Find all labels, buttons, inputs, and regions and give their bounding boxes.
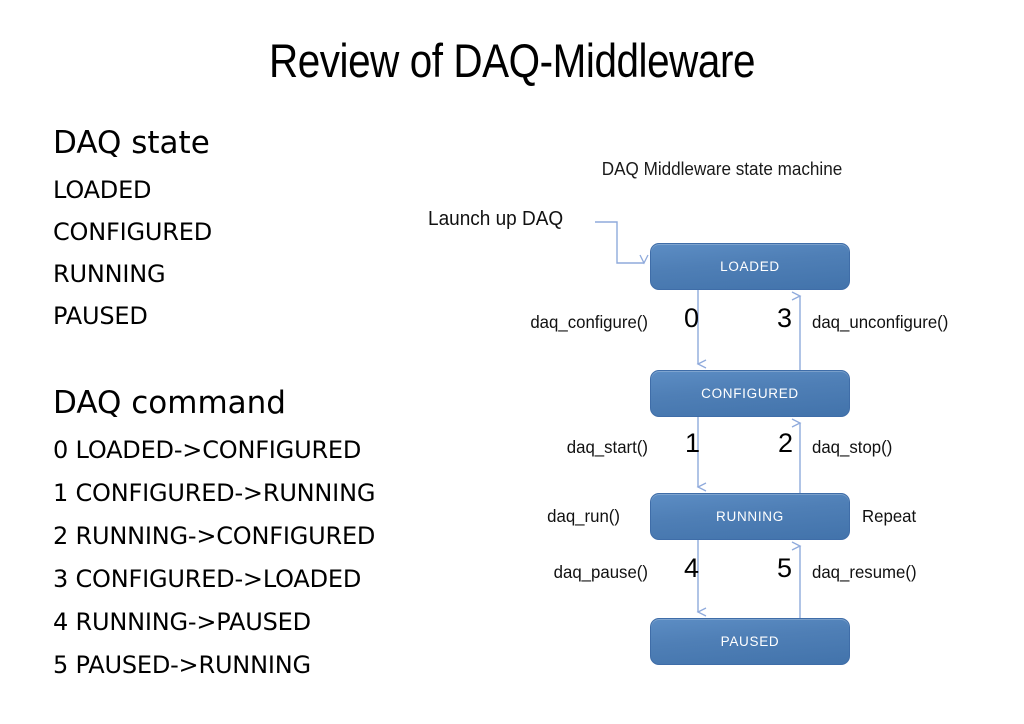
state-node-label: PAUSED [720,634,780,649]
page-title: Review of DAQ-Middleware [268,34,756,87]
list-item: CONFIGURED [53,218,212,246]
transition-number-3: 3 [777,303,793,333]
state-machine-diagram: DAQ Middleware state machine Launch up D… [420,150,1024,690]
state-node-loaded[interactable]: LOADED [650,243,850,290]
transition-number-4: 4 [684,553,700,583]
daq-state-heading: DAQ state [53,125,210,161]
transition-label-daq-unconfigure: daq_unconfigure() [812,312,949,332]
launch-connector-arrow [595,221,649,265]
transition-number-5: 5 [777,553,793,583]
list-item: RUNNING [53,260,166,288]
transition-number-0: 0 [684,303,700,333]
transition-number-1: 1 [685,428,701,458]
transition-label-daq-resume: daq_resume() [812,562,917,582]
list-item: PAUSED [53,302,148,330]
state-node-running[interactable]: RUNNING [650,493,850,540]
daq-state-list: LOADED CONFIGURED RUNNING PAUSED [53,169,473,337]
state-node-configured[interactable]: CONFIGURED [650,370,850,417]
diagram-connectors [595,221,802,618]
transition-label-daq-pause: daq_pause() [553,562,648,582]
state-node-paused[interactable]: PAUSED [650,618,850,665]
transition-number-2: 2 [778,428,794,458]
state-node-label: LOADED [720,259,780,274]
daq-state-section: DAQ state LOADED CONFIGURED RUNNING PAUS… [53,128,473,337]
repeat-label: Repeat [862,506,917,526]
state-node-label: CONFIGURED [701,386,799,401]
daq-run-label: daq_run() [547,506,620,526]
transition-label-daq-configure: daq_configure() [530,312,648,332]
transition-label-daq-stop: daq_stop() [812,437,893,457]
list-item: LOADED [53,176,152,204]
state-node-label: RUNNING [716,509,784,524]
transition-label-daq-start: daq_start() [566,437,648,457]
